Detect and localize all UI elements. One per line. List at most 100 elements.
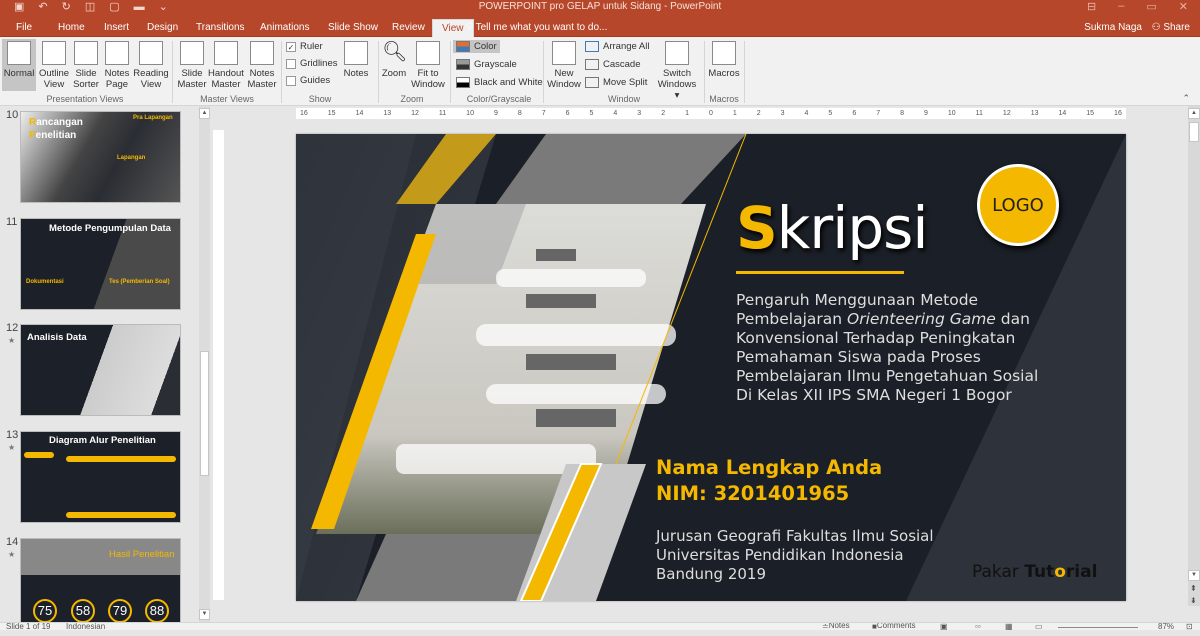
collapse-ribbon-icon[interactable]: ⌃ <box>1182 93 1190 104</box>
brand-watermark: Pakar Tutorial <box>972 562 1098 582</box>
slide-canvas[interactable]: Skripsi LOGO Pengaruh Menggunaan Metode … <box>296 134 1126 601</box>
notes-master-button[interactable]: Notes Master <box>246 39 278 90</box>
ruler-tick-label: 9 <box>923 110 928 117</box>
cascade-button[interactable]: Cascade <box>585 59 641 70</box>
group-label-window: Window <box>607 94 640 104</box>
fit-slide-icon[interactable]: ⊡ <box>1186 623 1193 630</box>
thumbnail-row: 14 ★ Hasil Penelitian 75 58 79 88 <box>0 536 200 636</box>
scroll-up-icon[interactable]: ▲ <box>1188 108 1200 119</box>
institution-info[interactable]: Jurusan Geografi Fakultas Ilmu Sosial Un… <box>656 527 934 584</box>
reading-view-button[interactable]: Reading View <box>133 39 169 90</box>
tell-me-search[interactable]: 💡︎ Tell me what you want to do... <box>466 19 607 37</box>
slide-title[interactable]: Skripsi <box>736 194 928 262</box>
tab-animations[interactable]: Animations <box>258 19 311 37</box>
divider <box>378 41 379 103</box>
macros-button[interactable]: Macros <box>708 39 740 79</box>
handout-master-button[interactable]: Handout Master <box>208 39 244 90</box>
tab-review[interactable]: Review <box>390 19 427 37</box>
tab-design[interactable]: Design <box>145 19 180 37</box>
student-name[interactable]: Nama Lengkap Anda NIM: 3201401965 <box>656 455 882 507</box>
share-button[interactable]: ⚇ Share <box>1152 19 1190 37</box>
handout-master-icon <box>214 41 238 65</box>
slide-sorter-button[interactable]: Slide Sorter <box>71 39 101 90</box>
group-label-show: Show <box>308 94 332 104</box>
ruler-tick-label: 6 <box>852 110 857 117</box>
tab-home[interactable]: Home <box>56 19 87 37</box>
notes-page-button[interactable]: Notes Page <box>103 39 131 90</box>
slide-thumbnail[interactable]: Metode Pengumpulan Data Dokumentasi Tes … <box>20 218 181 310</box>
slide-thumbnail[interactable]: Rancangan Penelitian Pra Lapangan Lapang… <box>20 111 181 203</box>
scrollbar-thumb[interactable] <box>200 351 209 476</box>
ruler-tick-label: 4 <box>613 110 618 117</box>
notes-icon <box>344 41 368 65</box>
outline-view-button[interactable]: Outline View <box>38 39 70 90</box>
new-window-button[interactable]: New Window <box>546 39 582 90</box>
zoom-level[interactable]: 87% <box>1158 623 1174 630</box>
gridlines-checkbox[interactable]: Gridlines <box>286 58 338 69</box>
scrollbar-thumb[interactable] <box>1189 122 1199 142</box>
ruler-tick-label: 10 <box>466 110 474 117</box>
close-icon[interactable]: ✕ <box>1179 0 1188 13</box>
ruler-tick-label: 5 <box>828 110 833 117</box>
scroll-down-icon[interactable]: ▼ <box>1188 570 1200 581</box>
normal-view-button[interactable]: Normal <box>2 39 36 91</box>
divider <box>704 41 705 103</box>
maximize-icon[interactable]: ▭ <box>1146 0 1156 13</box>
reading-view-icon <box>139 41 163 65</box>
normal-view-status-icon[interactable]: ▣ <box>940 623 948 630</box>
title-underline <box>736 271 904 274</box>
ruler-tick-label: 16 <box>1114 110 1122 117</box>
slide-scrollbar[interactable]: ▲ ▼ ⇞ ⇟ <box>1188 106 1200 606</box>
logo-placeholder[interactable]: LOGO <box>977 164 1059 246</box>
scroll-up-icon[interactable]: ▲ <box>199 108 210 119</box>
notes-toggle-button[interactable]: Notes <box>341 39 371 79</box>
slide-sorter-status-icon[interactable]: ▫▫ <box>975 623 981 630</box>
guides-checkbox[interactable]: Guides <box>286 75 330 86</box>
black-white-option[interactable]: Black and White <box>456 77 543 88</box>
checkmark-icon: ✓ <box>286 41 296 52</box>
vertical-ruler <box>213 130 224 600</box>
slide-thumbnail[interactable]: Hasil Penelitian 75 58 79 88 <box>20 538 181 630</box>
tab-file[interactable]: File <box>14 19 34 37</box>
slide-thumbnail[interactable]: Analisis Data <box>20 324 181 416</box>
move-split-button[interactable]: Move Split <box>585 77 647 88</box>
scroll-down-icon[interactable]: ▼ <box>199 609 210 620</box>
tab-transitions[interactable]: Transitions <box>194 19 247 37</box>
comments-status-button[interactable]: ■ Comments <box>872 623 916 630</box>
ruler-checkbox[interactable]: ✓ Ruler <box>286 41 323 52</box>
tab-insert[interactable]: Insert <box>102 19 131 37</box>
slide-thumbnail[interactable]: Diagram Alur Penelitian <box>20 431 181 523</box>
grayscale-option[interactable]: Grayscale <box>456 59 517 70</box>
zoom-slider[interactable] <box>1058 627 1138 628</box>
slide-subtitle[interactable]: Pengaruh Menggunaan Metode Pembelajaran … <box>736 291 1056 405</box>
thumbnail-row: 11 Metode Pengumpulan Data Dokumentasi T… <box>0 216 200 316</box>
slide-master-button[interactable]: Slide Master <box>176 39 208 90</box>
tab-slide-show[interactable]: Slide Show <box>326 19 380 37</box>
thumbnails-scrollbar[interactable]: ▲ ▼ <box>199 106 210 622</box>
language-indicator[interactable]: Indonesian <box>66 623 105 630</box>
window-title: POWERPOINT pro GELAP untuk Sidang - Powe… <box>478 1 722 12</box>
slideshow-status-icon[interactable]: ▭ <box>1035 623 1043 630</box>
color-option[interactable]: Color <box>453 40 500 53</box>
reading-view-status-icon[interactable]: ▦ <box>1005 623 1013 630</box>
switch-windows-button[interactable]: Switch Windows ▾ <box>655 39 699 101</box>
arrange-all-button[interactable]: Arrange All <box>585 41 649 52</box>
thumbnail-row: 10 Rancangan Penelitian Pra Lapangan Lap… <box>0 109 200 209</box>
previous-slide-icon[interactable]: ⇞ <box>1190 584 1197 593</box>
ruler-tick-label: 12 <box>411 110 419 117</box>
notes-status-button[interactable]: ≐ Notes <box>822 623 850 630</box>
arrange-icon <box>585 41 599 52</box>
minimize-icon[interactable]: – <box>1118 0 1124 13</box>
ruler-tick-label: 2 <box>661 110 666 117</box>
new-window-icon <box>552 41 576 65</box>
fit-to-window-button[interactable]: Fit to Window <box>410 39 446 90</box>
ribbon: Normal Outline View Slide Sorter Notes P… <box>0 37 1200 106</box>
ruler-tick-label: 8 <box>517 110 522 117</box>
zoom-button[interactable]: 🔍︎ Zoom <box>380 39 408 79</box>
user-name[interactable]: Sukma Naga <box>1084 19 1142 37</box>
ruler-tick-label: 5 <box>589 110 594 117</box>
ruler-tick-label: 10 <box>947 110 956 117</box>
animation-star-icon: ★ <box>8 336 16 345</box>
ribbon-display-icon[interactable]: ⊟ <box>1087 0 1096 13</box>
next-slide-icon[interactable]: ⇟ <box>1190 596 1197 605</box>
